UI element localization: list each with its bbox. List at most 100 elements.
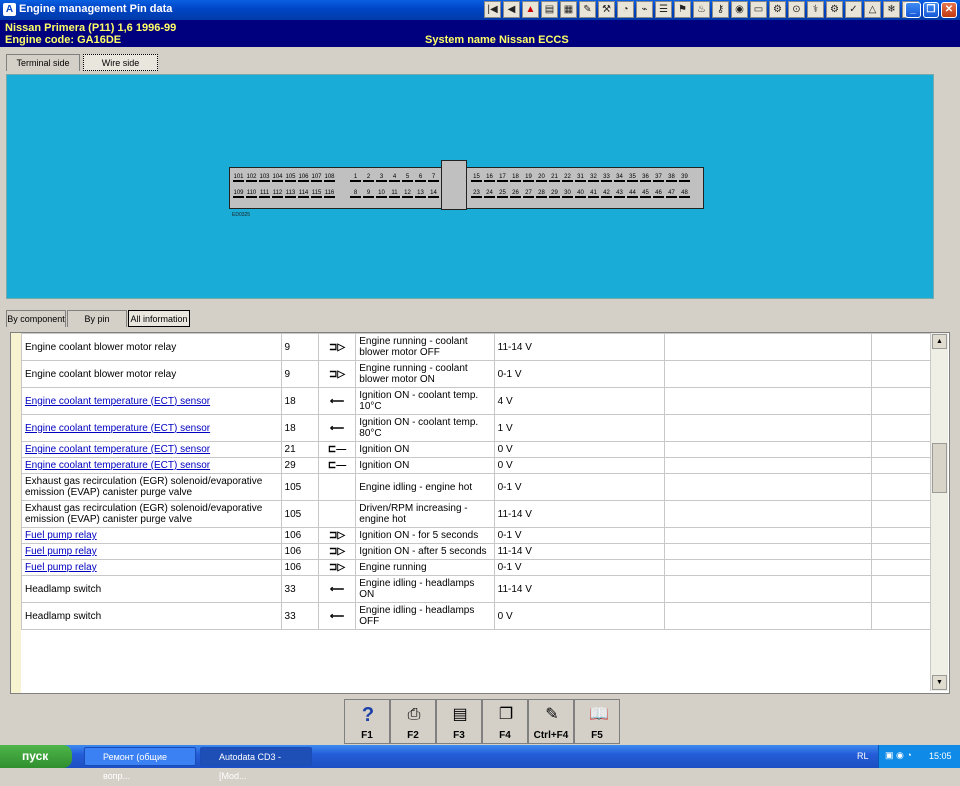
- connector-pin[interactable]: 109: [233, 190, 244, 198]
- connector-pin[interactable]: 116: [324, 190, 335, 198]
- connector-pin[interactable]: 41: [588, 190, 599, 198]
- engine-icon[interactable]: ⚙: [769, 1, 786, 18]
- connector-pin[interactable]: 46: [653, 190, 664, 198]
- connector-pin[interactable]: 6: [415, 174, 426, 182]
- connector-pin[interactable]: 12: [402, 190, 413, 198]
- component-link[interactable]: Fuel pump relay: [25, 530, 97, 541]
- table-scrollbar[interactable]: ▲ ▼: [930, 333, 948, 691]
- brake-icon[interactable]: ◉: [731, 1, 748, 18]
- table-row[interactable]: Fuel pump relay 106 ⊐▷ Ignition ON - for 5 …: [21, 527, 936, 544]
- connector-pin[interactable]: 15: [471, 174, 482, 182]
- connector-pin[interactable]: 20: [536, 174, 547, 182]
- connector-pin[interactable]: 16: [484, 174, 495, 182]
- table-row[interactable]: Engine coolant temperature (ECT) sensor 2…: [21, 441, 936, 458]
- transmission-icon[interactable]: ⚙: [826, 1, 843, 18]
- connector-pin[interactable]: 110: [246, 190, 257, 198]
- key-icon[interactable]: ⚷: [712, 1, 729, 18]
- connector-pin[interactable]: 108: [324, 174, 335, 182]
- connector-pin[interactable]: 103: [259, 174, 270, 182]
- connector-pin[interactable]: 21: [549, 174, 560, 182]
- connector-pin[interactable]: 32: [588, 174, 599, 182]
- chart-icon[interactable]: ▦: [560, 1, 577, 18]
- connector-pin[interactable]: 9: [363, 190, 374, 198]
- connector-pin[interactable]: 113: [285, 190, 296, 198]
- connector-pin[interactable]: 19: [523, 174, 534, 182]
- first-page-icon[interactable]: |◀: [484, 1, 501, 18]
- tab-all-information[interactable]: All information: [128, 310, 190, 327]
- scroll-up-icon[interactable]: ▲: [932, 334, 947, 349]
- connector-pin[interactable]: 3: [376, 174, 387, 182]
- airbag-icon[interactable]: △: [864, 1, 881, 18]
- table-row[interactable]: Engine coolant blower motor relay 9 ⊐▷ Engi…: [21, 333, 936, 361]
- connector-pin[interactable]: 13: [415, 190, 426, 198]
- tray-icons[interactable]: ▣ ◉ ◔: [885, 750, 912, 761]
- connector-pin[interactable]: 11: [389, 190, 400, 198]
- connector-pin[interactable]: 39: [679, 174, 690, 182]
- tab-by-component[interactable]: By component: [6, 310, 66, 327]
- component-link[interactable]: Engine coolant temperature (ECT) sensor: [25, 423, 210, 434]
- task-button-1[interactable]: Ремонт (общие вопр...: [84, 747, 196, 781]
- copy-button[interactable]: ❐ F4: [482, 699, 528, 744]
- connector-pin[interactable]: 37: [653, 174, 664, 182]
- connector-pin[interactable]: 44: [627, 190, 638, 198]
- timing-icon[interactable]: ⊙: [788, 1, 805, 18]
- connector-pin[interactable]: 5: [402, 174, 413, 182]
- component-link[interactable]: Engine coolant temperature (ECT) sensor: [25, 396, 210, 407]
- connector-pin[interactable]: 2: [363, 174, 374, 182]
- component-link[interactable]: Fuel pump relay: [25, 562, 97, 573]
- task-button-2[interactable]: Autodata CD3 - [Mod...: [200, 747, 312, 781]
- print-button[interactable]: ⎙ F2: [390, 699, 436, 744]
- connector-pin[interactable]: 4: [389, 174, 400, 182]
- document-icon[interactable]: ▤: [541, 1, 558, 18]
- tools-icon[interactable]: ⚒: [598, 1, 615, 18]
- warning-icon[interactable]: ▲: [522, 1, 539, 18]
- connector-pin[interactable]: 102: [246, 174, 257, 182]
- connector-pin[interactable]: 1: [350, 174, 361, 182]
- connector-pin[interactable]: 10: [376, 190, 387, 198]
- component-link[interactable]: Engine coolant temperature (ECT) sensor: [25, 460, 210, 471]
- connector-pin[interactable]: 33: [601, 174, 612, 182]
- component-link[interactable]: Fuel pump relay: [25, 546, 97, 557]
- back-icon[interactable]: ◀: [503, 1, 520, 18]
- tab-terminal-side[interactable]: Terminal side: [6, 54, 80, 71]
- connector-pin[interactable]: 38: [666, 174, 677, 182]
- connector-pin[interactable]: 114: [298, 190, 309, 198]
- table-row[interactable]: Exhaust gas recirculation (EGR) solenoid…: [21, 500, 936, 528]
- connector-pin[interactable]: 47: [666, 190, 677, 198]
- connector-pin[interactable]: 7: [428, 174, 439, 182]
- connector-pin[interactable]: 34: [614, 174, 625, 182]
- connector-pin[interactable]: 112: [272, 190, 283, 198]
- help-button[interactable]: ? F1: [344, 699, 390, 744]
- tab-wire-side[interactable]: Wire side: [83, 54, 158, 71]
- connector-pin[interactable]: 40: [575, 190, 586, 198]
- table-row[interactable]: Headlamp switch 33 ⟵ Engine idling - headla…: [21, 602, 936, 630]
- connector-pin[interactable]: 8: [350, 190, 361, 198]
- ac-icon[interactable]: ❄: [883, 1, 900, 18]
- connector-pin[interactable]: 45: [640, 190, 651, 198]
- connector-pin[interactable]: 115: [311, 190, 322, 198]
- connector-pin[interactable]: 36: [640, 174, 651, 182]
- connector-pin[interactable]: 14: [428, 190, 439, 198]
- connector-pin[interactable]: 23: [471, 190, 482, 198]
- book-button[interactable]: 📖 F5: [574, 699, 620, 744]
- connector-pin[interactable]: 25: [497, 190, 508, 198]
- diagnostics-icon[interactable]: ⚕: [807, 1, 824, 18]
- connector-pin[interactable]: 35: [627, 174, 638, 182]
- notes-button[interactable]: ✎ Ctrl+F4: [528, 699, 574, 744]
- connector-pin[interactable]: 28: [536, 190, 547, 198]
- connector-pin[interactable]: 106: [298, 174, 309, 182]
- connector-pin[interactable]: 104: [272, 174, 283, 182]
- connector-pin[interactable]: 48: [679, 190, 690, 198]
- paint-icon[interactable]: ✎: [579, 1, 596, 18]
- connector-pin[interactable]: 18: [510, 174, 521, 182]
- connector-pin[interactable]: 30: [562, 190, 573, 198]
- connector-pin[interactable]: 42: [601, 190, 612, 198]
- table-row[interactable]: Fuel pump relay 106 ⊐▷ Ignition ON - after …: [21, 543, 936, 560]
- table-row[interactable]: Engine coolant blower motor relay 9 ⊐▷ Engi…: [21, 360, 936, 388]
- restore-icon[interactable]: ❐: [923, 2, 939, 18]
- connector-pin[interactable]: 107: [311, 174, 322, 182]
- table-row[interactable]: Engine coolant temperature (ECT) sensor 1…: [21, 414, 936, 442]
- table-row[interactable]: Exhaust gas recirculation (EGR) solenoid…: [21, 473, 936, 501]
- connector-pin[interactable]: 24: [484, 190, 495, 198]
- wiring-icon[interactable]: ⌁: [636, 1, 653, 18]
